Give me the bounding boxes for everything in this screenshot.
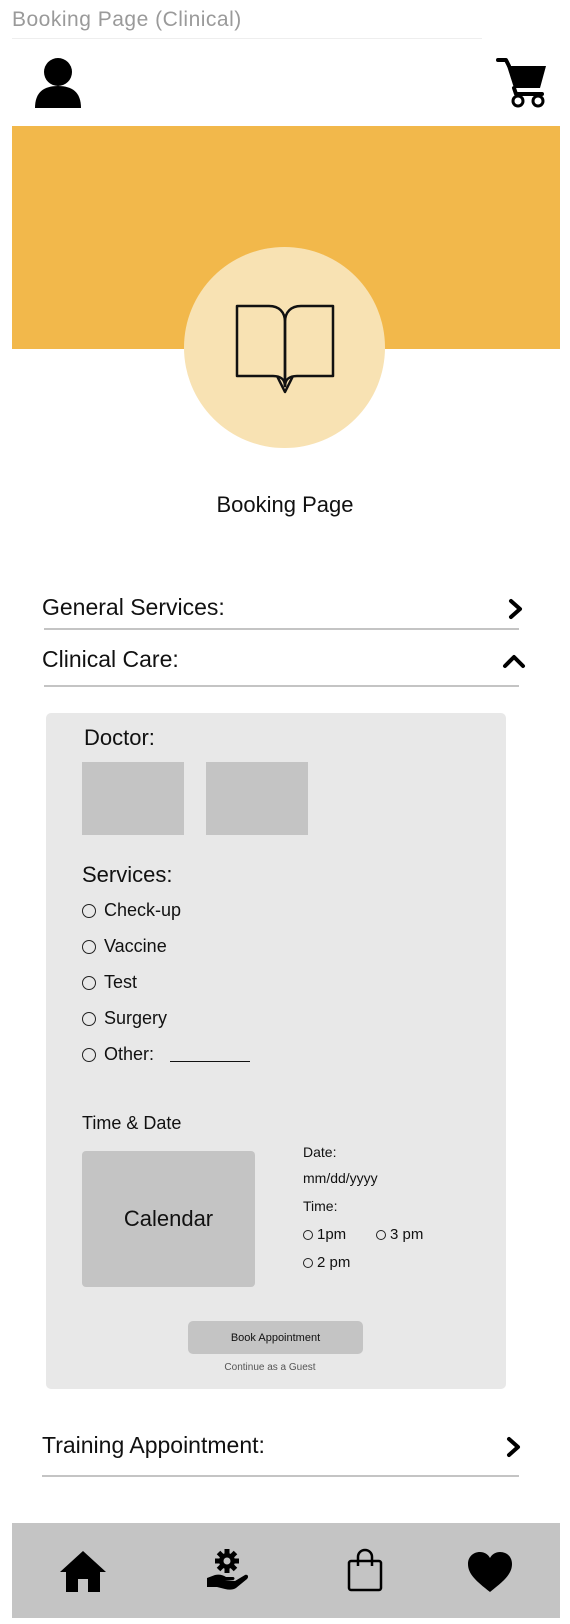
- divider: [42, 1475, 519, 1477]
- profile-button[interactable]: [34, 56, 82, 108]
- cart-button[interactable]: [496, 56, 548, 108]
- accordion-general-label: General Services:: [42, 594, 225, 620]
- accordion-clinical-label: Clinical Care:: [42, 646, 179, 672]
- radio-button[interactable]: [82, 1047, 96, 1062]
- nav-services-button[interactable]: [205, 1548, 249, 1592]
- services-label: Services:: [82, 862, 173, 887]
- hand-gear-icon: [207, 1549, 249, 1590]
- date-input[interactable]: mm/dd/yyyy: [303, 1170, 378, 1186]
- doctor-option-2[interactable]: [206, 762, 308, 835]
- radio-button[interactable]: [303, 1229, 313, 1240]
- service-option-label: Other:: [104, 1044, 155, 1064]
- service-option-other[interactable]: Other:: [82, 1044, 251, 1065]
- time-option-label: 1pm: [317, 1226, 347, 1243]
- nav-home-button[interactable]: [58, 1548, 108, 1594]
- time-option-1pm[interactable]: 1pm: [303, 1226, 346, 1243]
- date-label: Date:: [303, 1144, 337, 1160]
- book-appointment-button[interactable]: Book Appointment: [188, 1321, 363, 1354]
- nav-shop-button[interactable]: [346, 1548, 384, 1592]
- divider: [44, 685, 519, 687]
- radio-button[interactable]: [82, 939, 96, 954]
- doctor-option-1[interactable]: [82, 762, 184, 835]
- continue-as-guest-link[interactable]: Continue as a Guest: [0, 1362, 540, 1373]
- radio-button[interactable]: [376, 1229, 386, 1240]
- time-label: Time:: [303, 1198, 338, 1214]
- shopping-cart-icon: [496, 58, 546, 108]
- accordion-training-appointment[interactable]: Training Appointment:: [42, 1428, 527, 1468]
- radio-button[interactable]: [82, 903, 96, 918]
- service-option-label: Vaccine: [104, 936, 167, 956]
- divider: [44, 628, 519, 630]
- calendar-picker[interactable]: Calendar: [82, 1151, 255, 1287]
- accordion-general-services[interactable]: General Services:: [42, 590, 527, 630]
- service-option-test[interactable]: Test: [82, 972, 137, 993]
- service-option-label: Surgery: [104, 1008, 168, 1028]
- service-option-label: Check-up: [104, 900, 182, 920]
- radio-button[interactable]: [82, 975, 96, 990]
- user-icon: [35, 58, 81, 108]
- chevron-right-icon: [505, 1436, 523, 1458]
- other-text-field[interactable]: [170, 1061, 251, 1062]
- service-option-label: Test: [104, 972, 138, 992]
- accordion-training-label: Training Appointment:: [42, 1432, 265, 1458]
- chevron-right-icon: [507, 598, 525, 620]
- nav-favorites-button[interactable]: [466, 1550, 514, 1594]
- shopping-bag-icon: [347, 1548, 383, 1592]
- page-caption: Booking Page (Clinical): [12, 8, 242, 31]
- calendar-label: Calendar: [123, 1206, 214, 1231]
- chevron-up-icon: [502, 650, 526, 672]
- time-option-3pm[interactable]: 3 pm: [376, 1226, 423, 1243]
- home-icon: [60, 1551, 106, 1592]
- time-option-label: 3 pm: [390, 1226, 424, 1243]
- open-book-icon: [233, 300, 337, 396]
- accordion-clinical-care[interactable]: Clinical Care:: [42, 642, 527, 682]
- time-date-label: Time & Date: [82, 1113, 182, 1133]
- service-option-surgery[interactable]: Surgery: [82, 1008, 167, 1029]
- radio-button[interactable]: [303, 1257, 313, 1268]
- service-option-checkup[interactable]: Check-up: [82, 900, 181, 921]
- doctor-label: Doctor:: [84, 725, 155, 750]
- time-option-2pm[interactable]: 2 pm: [303, 1254, 350, 1271]
- page-title: Booking Page: [216, 492, 354, 517]
- caption-divider: [12, 38, 482, 39]
- service-option-vaccine[interactable]: Vaccine: [82, 936, 167, 957]
- radio-button[interactable]: [82, 1011, 96, 1026]
- time-option-label: 2 pm: [317, 1254, 351, 1271]
- heart-icon: [468, 1552, 512, 1592]
